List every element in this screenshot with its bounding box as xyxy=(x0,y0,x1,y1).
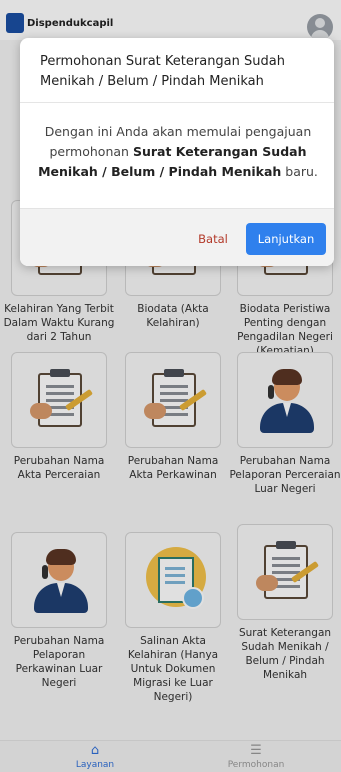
continue-button[interactable]: Lanjutkan xyxy=(246,223,326,255)
dialog-title: Permohonan Surat Keterangan Sudah Menika… xyxy=(40,54,285,89)
dialog-divider xyxy=(20,102,334,103)
dialog-message-suffix: baru. xyxy=(285,164,318,179)
dialog-footer: Batal Lanjutkan xyxy=(20,208,334,266)
cancel-button[interactable]: Batal xyxy=(182,223,244,255)
confirm-dialog: Permohonan Surat Keterangan Sudah Menika… xyxy=(20,38,334,266)
dialog-message: Dengan ini Anda akan memulai pengajuan p… xyxy=(38,122,318,182)
